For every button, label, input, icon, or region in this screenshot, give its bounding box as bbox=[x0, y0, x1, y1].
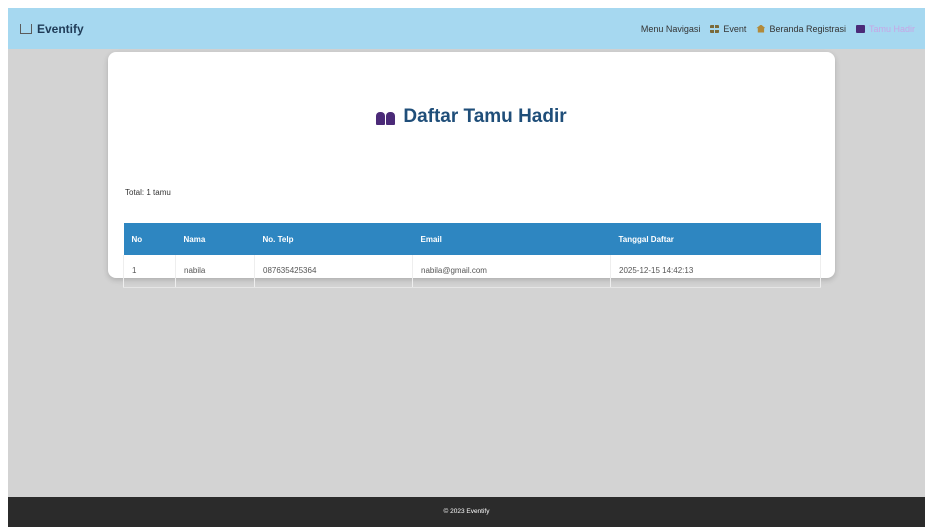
navbar: Eventify Menu Navigasi Event Beranda Reg… bbox=[8, 8, 925, 49]
guest-list-card: Daftar Tamu Hadir Total: 1 tamu No Nama … bbox=[108, 52, 835, 288]
cell-email: nabila@gmail.com bbox=[412, 255, 611, 288]
brand-name: Eventify bbox=[37, 21, 84, 36]
table-header-row: No Nama No. Telp Email Tanggal Daftar bbox=[123, 223, 821, 255]
column-header-no: No bbox=[123, 223, 176, 255]
people-icon bbox=[376, 110, 396, 125]
column-header-nama: Nama bbox=[175, 223, 255, 255]
nav-event[interactable]: Event bbox=[710, 24, 746, 34]
nav-label: Event bbox=[723, 23, 747, 34]
column-header-tanggal: Tanggal Daftar bbox=[610, 223, 821, 255]
grid-icon bbox=[710, 24, 720, 33]
home-icon bbox=[756, 24, 766, 33]
logo-icon bbox=[20, 23, 32, 34]
page-frame: Eventify Menu Navigasi Event Beranda Reg… bbox=[8, 8, 925, 527]
nav-label: Beranda Registrasi bbox=[769, 23, 846, 34]
nav-label: Tamu Hadir bbox=[868, 23, 915, 34]
people-icon bbox=[855, 24, 865, 33]
cell-nama: nabila bbox=[175, 255, 255, 288]
cell-telp: 087635425364 bbox=[254, 255, 413, 288]
cell-no: 1 bbox=[123, 255, 176, 288]
footer: © 2023 Eventify bbox=[8, 497, 925, 527]
nav-menu-navigasi[interactable]: Menu Navigasi bbox=[641, 24, 701, 34]
page-title: Daftar Tamu Hadir bbox=[108, 106, 835, 128]
nav-label: Menu Navigasi bbox=[640, 23, 701, 34]
column-header-telp: No. Telp bbox=[254, 223, 413, 255]
total-count: Total: 1 tamu bbox=[125, 188, 171, 197]
brand-link[interactable]: Eventify bbox=[20, 22, 84, 36]
nav-beranda-registrasi[interactable]: Beranda Registrasi bbox=[756, 24, 846, 34]
column-header-email: Email bbox=[412, 223, 611, 255]
footer-copyright: © 2023 Eventify bbox=[443, 508, 490, 515]
nav-tamu-hadir[interactable]: Tamu Hadir bbox=[855, 23, 915, 34]
guest-table: No Nama No. Telp Email Tanggal Daftar 1 … bbox=[123, 223, 821, 288]
table-row: 1 nabila 087635425364 nabila@gmail.com 2… bbox=[123, 255, 821, 288]
page-title-text: Daftar Tamu Hadir bbox=[403, 106, 567, 127]
nav-links: Menu Navigasi Event Beranda Registrasi T… bbox=[631, 24, 915, 34]
cell-tanggal: 2025-12-15 14:42:13 bbox=[610, 255, 821, 288]
